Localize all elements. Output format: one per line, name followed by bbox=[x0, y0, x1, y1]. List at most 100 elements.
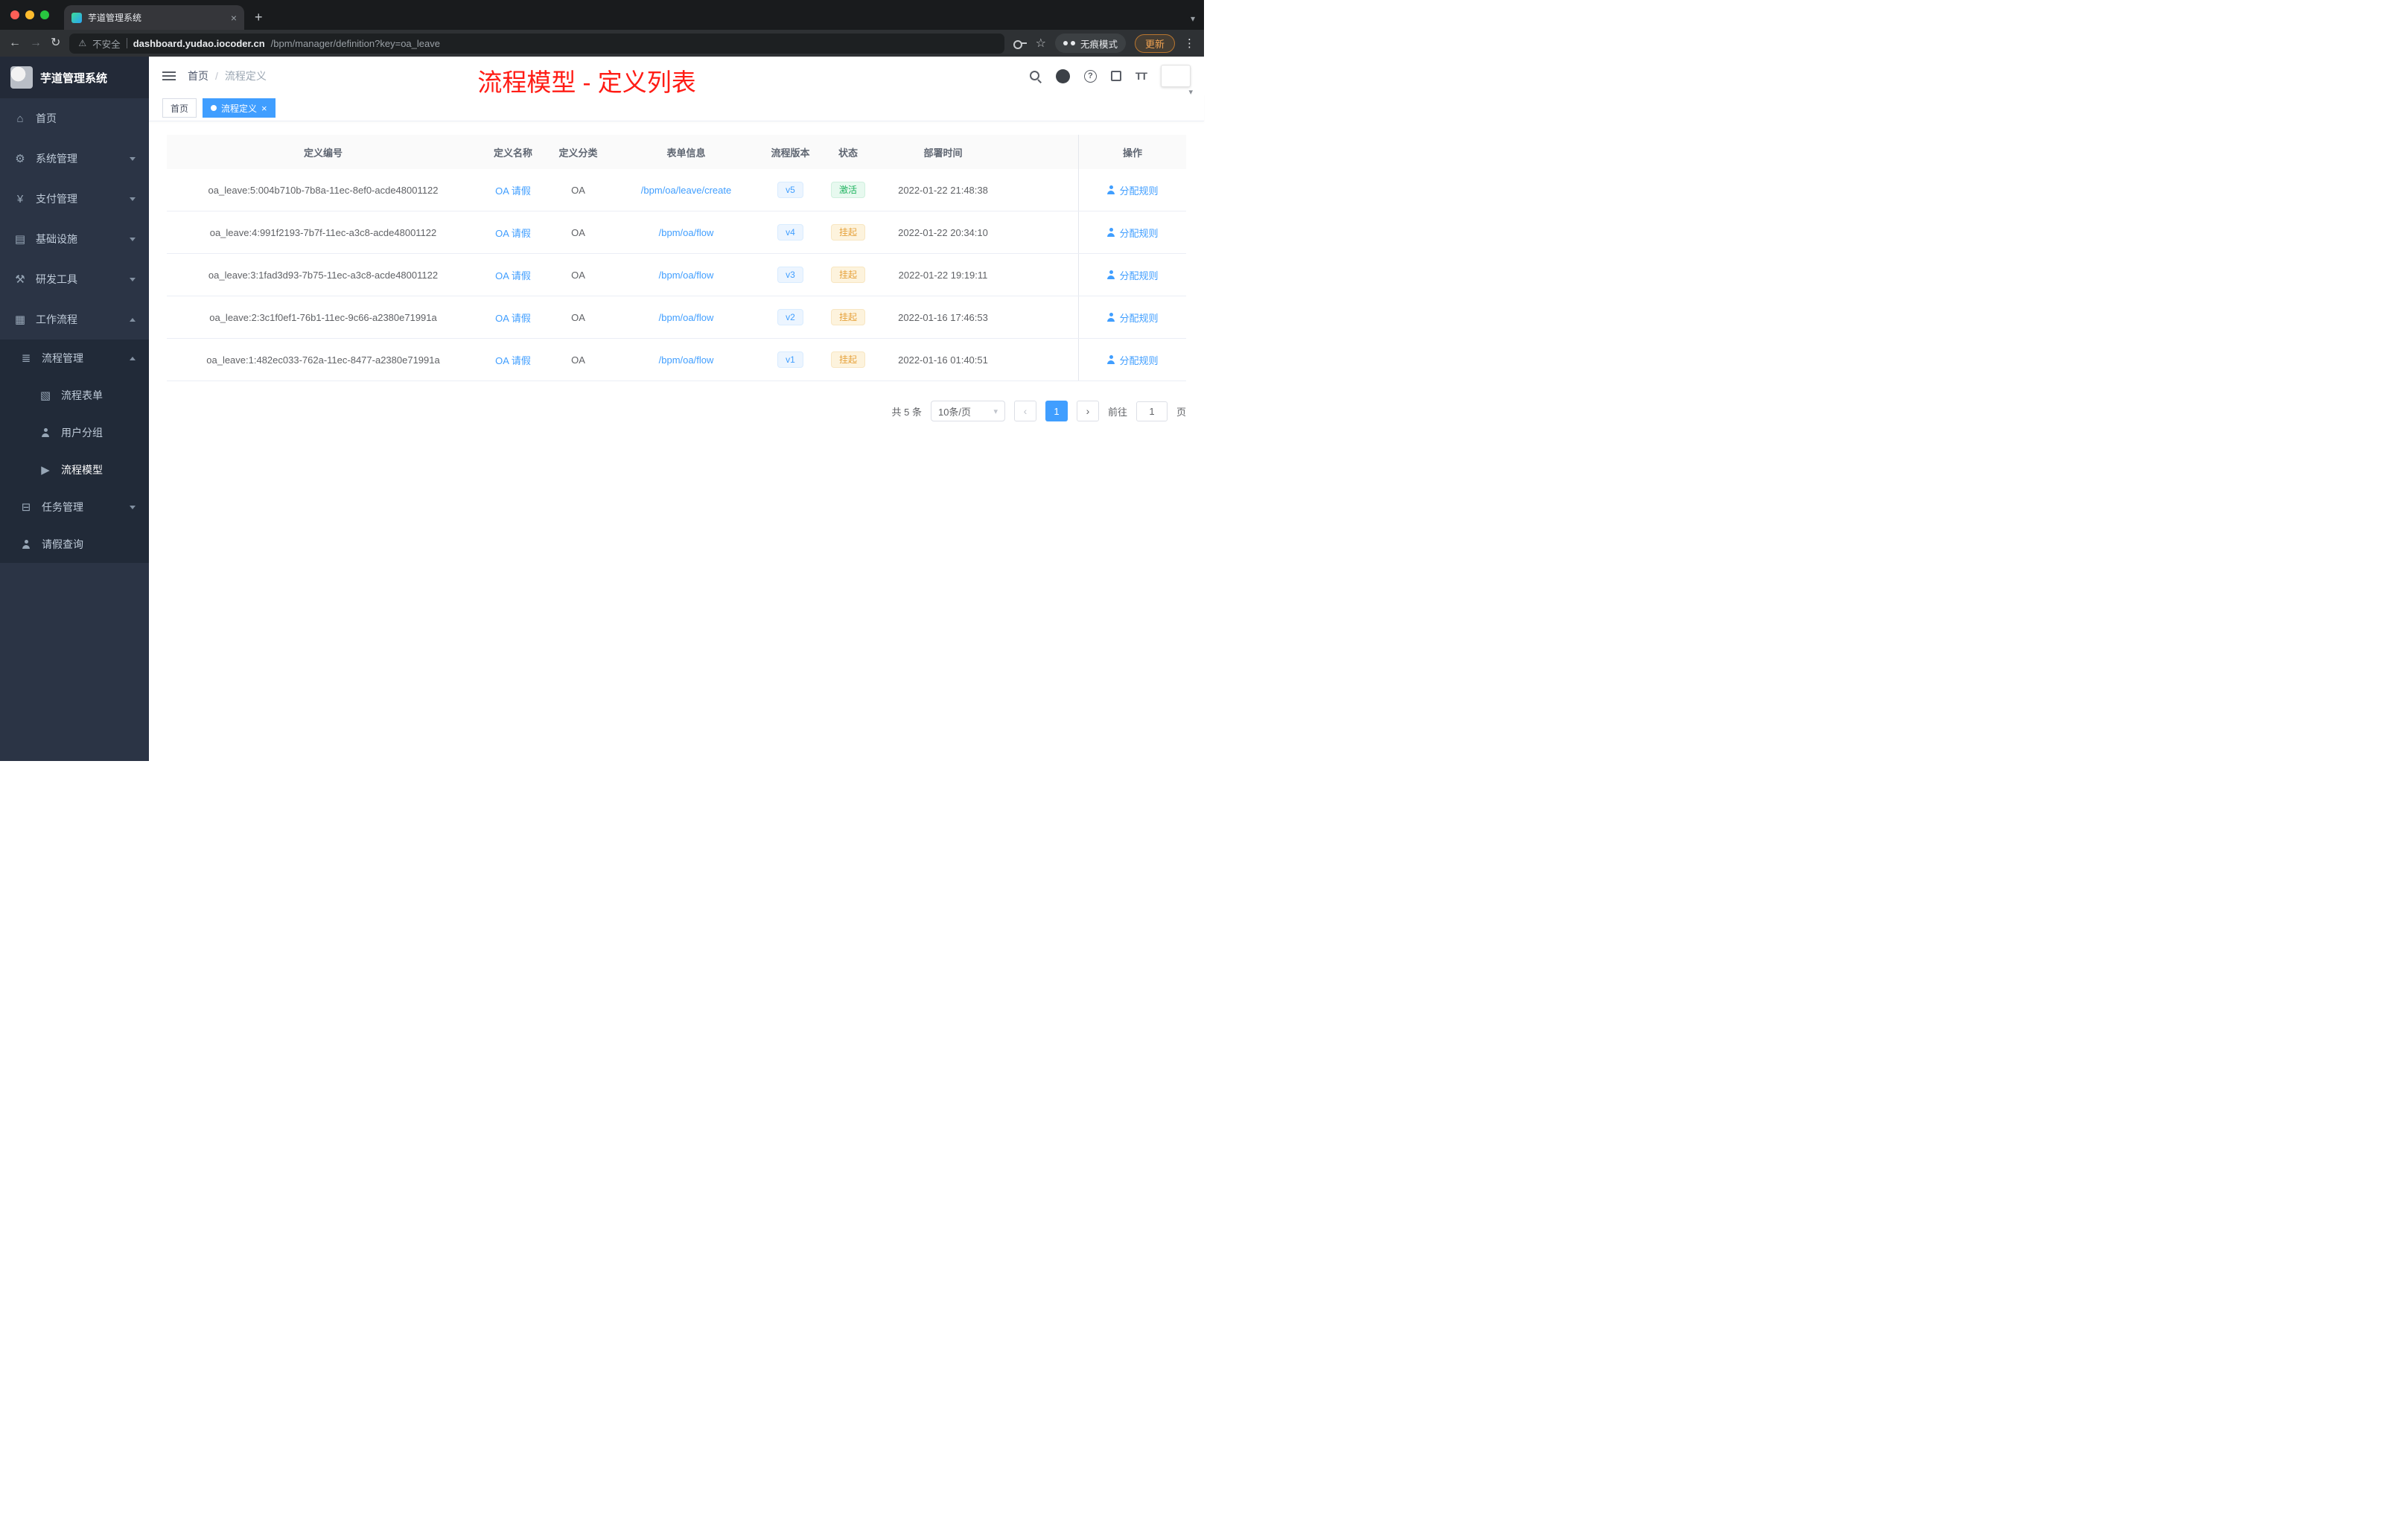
window-controls bbox=[7, 0, 55, 30]
current-page-button[interactable]: 1 bbox=[1045, 401, 1068, 421]
definition-category: OA bbox=[571, 311, 585, 323]
fullscreen-icon[interactable] bbox=[1110, 71, 1121, 81]
bookmark-star-icon[interactable]: ☆ bbox=[1036, 36, 1046, 51]
definition-id: oa_leave:2:3c1f0ef1-76b1-11ec-9c66-a2380… bbox=[209, 311, 437, 323]
definition-name-link[interactable]: OA 请假 bbox=[495, 183, 531, 197]
definition-name-link[interactable]: OA 请假 bbox=[495, 268, 531, 282]
definition-id: oa_leave:5:004b710b-7b8a-11ec-8ef0-acde4… bbox=[208, 184, 439, 196]
sidebar-item-user-group[interactable]: 用户分组 bbox=[0, 414, 149, 451]
definition-category: OA bbox=[571, 269, 585, 281]
new-tab-button[interactable]: + bbox=[255, 10, 263, 25]
user-icon bbox=[1106, 355, 1115, 364]
font-size-icon[interactable]: TT bbox=[1135, 70, 1147, 82]
sidebar-item-workflow[interactable]: ▦ 工作流程 bbox=[0, 299, 149, 340]
assign-rule-link[interactable]: 分配规则 bbox=[1106, 311, 1159, 325]
tag-close-icon[interactable]: × bbox=[261, 104, 267, 113]
user-avatar[interactable]: ▾ bbox=[1161, 65, 1193, 97]
chevron-down-icon bbox=[130, 505, 136, 509]
sidebar-collapse-icon[interactable] bbox=[162, 71, 176, 80]
home-icon: ⌂ bbox=[16, 112, 24, 125]
status-badge: 挂起 bbox=[830, 224, 865, 241]
sidebar-item-infrastructure[interactable]: ▤ 基础设施 bbox=[0, 219, 149, 259]
assign-rule-link[interactable]: 分配规则 bbox=[1106, 353, 1159, 367]
version-badge: v4 bbox=[777, 224, 803, 241]
sidebar-item-system[interactable]: ⚙ 系统管理 bbox=[0, 138, 149, 179]
maximize-window-button[interactable] bbox=[40, 10, 49, 19]
search-icon[interactable] bbox=[1029, 70, 1042, 83]
help-icon[interactable]: ? bbox=[1083, 69, 1097, 83]
form-info-link[interactable]: /bpm/oa/flow bbox=[659, 354, 714, 366]
definition-name-link[interactable]: OA 请假 bbox=[495, 226, 531, 240]
breadcrumb-home[interactable]: 首页 bbox=[188, 69, 208, 83]
sidebar-item-label: 流程管理 bbox=[42, 352, 83, 364]
tab-close-icon[interactable]: × bbox=[231, 12, 237, 24]
table-row: oa_leave:5:004b710b-7b8a-11ec-8ef0-acde4… bbox=[167, 169, 1186, 211]
tab-favicon-icon bbox=[71, 12, 82, 23]
tab-title: 芋道管理系统 bbox=[88, 13, 142, 23]
close-window-button[interactable] bbox=[10, 10, 19, 19]
list-icon: ≣ bbox=[21, 352, 31, 365]
definition-name-link[interactable]: OA 请假 bbox=[495, 311, 531, 325]
url-host: dashboard.yudao.iocoder.cn bbox=[133, 37, 265, 49]
sidebar-item-label: 支付管理 bbox=[36, 193, 77, 205]
user-icon bbox=[1106, 313, 1115, 322]
browser-toolbar: ← → ↻ ⚠ 不安全 dashboard.yudao.iocoder.cn /… bbox=[0, 30, 1204, 57]
assign-rule-link[interactable]: 分配规则 bbox=[1106, 268, 1159, 282]
tag-home[interactable]: 首页 bbox=[162, 98, 197, 118]
sidebar-item-label: 研发工具 bbox=[36, 273, 77, 285]
sidebar-item-task-management[interactable]: ⊟ 任务管理 bbox=[0, 488, 149, 526]
sidebar-item-home[interactable]: ⌂ 首页 bbox=[0, 98, 149, 138]
assign-rule-link[interactable]: 分配规则 bbox=[1106, 183, 1159, 197]
form-info-link[interactable]: /bpm/oa/leave/create bbox=[641, 185, 731, 196]
back-icon[interactable]: ← bbox=[9, 37, 21, 49]
github-icon[interactable] bbox=[1055, 69, 1070, 83]
sidebar-item-process-model[interactable]: ▶ 流程模型 bbox=[0, 451, 149, 488]
definition-name-link[interactable]: OA 请假 bbox=[495, 353, 531, 367]
tab-strip: 芋道管理系统 × + ▾ bbox=[0, 0, 1204, 30]
sidebar-item-devtools[interactable]: ⚒ 研发工具 bbox=[0, 259, 149, 299]
tag-process-definition[interactable]: 流程定义 × bbox=[203, 98, 275, 118]
form-info-link[interactable]: /bpm/oa/flow bbox=[659, 270, 714, 281]
password-key-icon[interactable] bbox=[1013, 39, 1027, 49]
security-label[interactable]: 不安全 bbox=[92, 36, 121, 51]
prev-page-button[interactable]: ‹ bbox=[1013, 401, 1036, 421]
sidebar-item-payment[interactable]: ¥ 支付管理 bbox=[0, 179, 149, 219]
total-count-label: 共 5 条 bbox=[891, 406, 922, 418]
app-title: 芋道管理系统 bbox=[40, 71, 108, 85]
briefcase-icon: ▦ bbox=[14, 313, 26, 326]
forward-icon[interactable]: → bbox=[30, 37, 42, 49]
address-bar[interactable]: ⚠ 不安全 dashboard.yudao.iocoder.cn /bpm/ma… bbox=[69, 33, 1004, 54]
user-icon bbox=[1106, 185, 1115, 194]
form-info-link[interactable]: /bpm/oa/flow bbox=[659, 312, 714, 323]
column-header: 定义分类 bbox=[558, 147, 598, 159]
page-size-select[interactable]: 10条/页 ▾ bbox=[930, 401, 1005, 421]
browser-menu-icon[interactable]: ⋮ bbox=[1184, 36, 1195, 50]
chevron-up-icon bbox=[130, 317, 136, 322]
update-browser-button[interactable]: 更新 bbox=[1134, 34, 1175, 53]
breadcrumb: 首页 / 流程定义 bbox=[188, 69, 267, 83]
minimize-window-button[interactable] bbox=[25, 10, 34, 19]
app-logo-row[interactable]: 芋道管理系统 bbox=[0, 57, 149, 98]
table-body: oa_leave:5:004b710b-7b8a-11ec-8ef0-acde4… bbox=[167, 169, 1186, 381]
next-page-button[interactable]: › bbox=[1076, 401, 1099, 421]
form-info-link[interactable]: /bpm/oa/flow bbox=[659, 227, 714, 238]
assign-rule-label: 分配规则 bbox=[1119, 227, 1159, 239]
goto-page-input[interactable] bbox=[1135, 401, 1168, 421]
page-annotation: 流程模型 - 定义列表 bbox=[477, 69, 696, 96]
user-icon bbox=[1106, 270, 1115, 279]
definition-table: 定义编号 定义名称 定义分类 表单信息 流程版本 状态 部署时间 操作 oa_l… bbox=[167, 135, 1186, 381]
assign-rule-link[interactable]: 分配规则 bbox=[1106, 226, 1159, 240]
definition-id: oa_leave:3:1fad3d93-7b75-11ec-a3c8-acde4… bbox=[208, 269, 439, 281]
avatar-caret-icon[interactable]: ▾ bbox=[1188, 87, 1193, 97]
sidebar-item-process-form[interactable]: ▧ 流程表单 bbox=[0, 377, 149, 414]
security-warning-icon: ⚠ bbox=[78, 38, 87, 48]
tab-search-caret-icon[interactable]: ▾ bbox=[1191, 13, 1195, 24]
reload-icon[interactable]: ↻ bbox=[51, 37, 60, 49]
column-header: 表单信息 bbox=[666, 147, 706, 159]
browser-tab[interactable]: 芋道管理系统 × bbox=[64, 5, 244, 30]
deploy-time: 2022-01-22 19:19:11 bbox=[898, 269, 988, 281]
breadcrumb-current: 流程定义 bbox=[224, 70, 267, 82]
sidebar-item-process-management[interactable]: ≣ 流程管理 bbox=[0, 340, 149, 377]
version-badge: v5 bbox=[777, 182, 803, 198]
sidebar-item-leave-query[interactable]: 请假查询 bbox=[0, 526, 149, 563]
